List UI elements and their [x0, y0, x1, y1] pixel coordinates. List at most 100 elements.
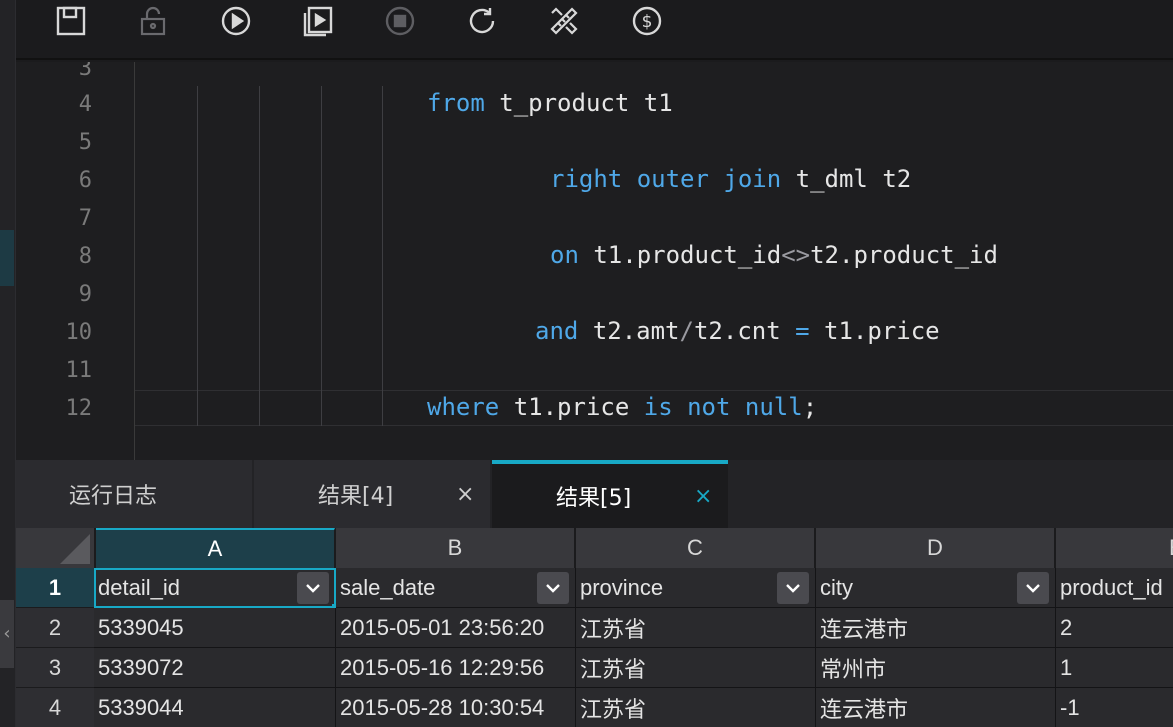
header-cell-detail-id[interactable]: detail_id — [94, 568, 336, 608]
indent-guide — [197, 86, 198, 426]
line-number: 3 — [78, 62, 92, 81]
run-file-icon[interactable] — [301, 4, 335, 38]
cell-text: detail_id — [98, 574, 180, 600]
line-number: 10 — [65, 320, 93, 345]
result-tab-bar: 运行日志 结果[4] × 结果[5] × — [16, 460, 1173, 528]
table-cell[interactable]: 连云港市 — [816, 608, 1056, 648]
cost-icon[interactable]: $ — [630, 4, 664, 38]
code-text: t_dml t2 — [781, 165, 912, 193]
sidebar-active-marker — [0, 230, 14, 286]
sql-editor[interactable]: 3 4 5 6 7 8 9 10 11 12 from t_product t1… — [16, 62, 1173, 460]
filter-dropdown-icon[interactable] — [537, 572, 569, 604]
format-icon[interactable] — [547, 4, 581, 38]
save-icon[interactable] — [54, 4, 88, 38]
tab-label: 运行日志 — [69, 484, 158, 509]
row-header[interactable]: 1 — [16, 568, 94, 608]
table-cell[interactable]: 5339044 — [94, 688, 336, 727]
line-number: 12 — [65, 396, 93, 421]
keyword: and — [535, 317, 579, 345]
operator: / — [679, 317, 694, 345]
header-cell-product-id[interactable]: product_id — [1056, 568, 1173, 608]
indent-guide — [259, 86, 260, 426]
code-text: t2.product_id — [810, 241, 998, 269]
tab-label: 结果[4] — [318, 484, 394, 509]
table-cell[interactable]: 江苏省 — [576, 688, 816, 727]
refresh-icon[interactable] — [465, 4, 499, 38]
corner-triangle — [60, 534, 90, 564]
row-header[interactable]: 3 — [16, 648, 94, 688]
code-line-6: right outer join t_dml t2 — [550, 165, 911, 193]
stop-icon[interactable] — [383, 4, 417, 38]
cell-text: city — [820, 574, 853, 600]
header-cell-province[interactable]: province — [576, 568, 816, 608]
code-text: t1.product_id — [578, 241, 782, 269]
column-header[interactable]: E — [1056, 528, 1173, 568]
table-cell[interactable]: 5339072 — [94, 648, 336, 688]
table-cell[interactable]: 2015-05-28 10:30:54 — [336, 688, 576, 727]
line-number: 7 — [78, 206, 92, 231]
code-area[interactable]: from t_product t1 right outer join t_dml… — [134, 62, 1173, 460]
run-icon[interactable] — [219, 4, 253, 38]
code-text: t1.price — [499, 393, 644, 421]
line-number: 5 — [78, 130, 92, 155]
code-text: t2.cnt — [693, 317, 796, 345]
table-cell[interactable]: 2 — [1056, 608, 1173, 648]
line-number: 8 — [78, 244, 92, 269]
cell-text: product_id — [1060, 574, 1163, 600]
svg-text:$: $ — [642, 12, 653, 32]
code-line-8: on t1.product_id<>t2.product_id — [550, 241, 998, 269]
code-line-10: and t2.amt/t2.cnt = t1.price — [535, 317, 940, 345]
row-header[interactable]: 2 — [16, 608, 94, 648]
header-cell-sale-date[interactable]: sale_date — [336, 568, 576, 608]
indent-guide — [382, 86, 383, 426]
code-text: t2.amt — [578, 317, 680, 345]
code-text: t1.price — [809, 317, 940, 345]
table-cell[interactable]: 2015-05-01 23:56:20 — [336, 608, 576, 648]
code-text: ; — [802, 393, 818, 421]
filter-dropdown-icon[interactable] — [297, 572, 329, 604]
keyword: from — [427, 89, 485, 117]
left-sidebar-strip: ‹ — [0, 0, 16, 727]
column-header[interactable]: A — [96, 528, 335, 568]
filter-dropdown-icon[interactable] — [1017, 572, 1049, 604]
lock-icon[interactable] — [136, 4, 170, 38]
select-all-corner[interactable] — [16, 528, 94, 568]
table-cell[interactable]: 1 — [1056, 648, 1173, 688]
table-cell[interactable]: 5339045 — [94, 608, 336, 648]
tab-run-log[interactable]: 运行日志 — [16, 460, 252, 528]
keyword: right outer join — [550, 165, 782, 193]
table-cell[interactable]: -1 — [1056, 688, 1173, 727]
tab-result-5[interactable]: 结果[5] × — [492, 460, 728, 528]
toolbar: $ — [16, 0, 1173, 60]
column-header[interactable]: C — [576, 528, 815, 568]
filter-dropdown-icon[interactable] — [777, 572, 809, 604]
indent-guide — [321, 86, 322, 426]
header-cell-city[interactable]: city — [816, 568, 1056, 608]
cell-text: sale_date — [340, 574, 436, 600]
close-icon[interactable]: × — [694, 484, 712, 509]
code-text: t_product t1 — [484, 89, 673, 117]
tab-result-4[interactable]: 结果[4] × — [254, 460, 490, 528]
close-icon[interactable]: × — [456, 482, 474, 507]
cell-text: province — [580, 574, 664, 600]
line-number: 11 — [65, 358, 93, 383]
table-cell[interactable]: 常州市 — [816, 648, 1056, 688]
table-cell[interactable]: 江苏省 — [576, 648, 816, 688]
table-cell[interactable]: 2015-05-16 12:29:56 — [336, 648, 576, 688]
table-cell[interactable]: 连云港市 — [816, 688, 1056, 727]
column-header[interactable]: D — [816, 528, 1055, 568]
keyword: where — [427, 393, 500, 421]
keyword: on — [550, 241, 579, 269]
line-number: 4 — [78, 92, 92, 117]
code-line-4: from t_product t1 — [427, 89, 673, 117]
keyword: is not null — [643, 393, 803, 421]
row-header[interactable]: 4 — [16, 688, 94, 727]
operator: <> — [781, 241, 811, 269]
line-number-gutter: 3 4 5 6 7 8 9 10 11 12 — [16, 62, 134, 460]
result-grid[interactable]: A B C D E 1 2 3 4 detail_id sale_date pr… — [16, 528, 1173, 727]
line-number: 6 — [78, 168, 92, 193]
tab-label: 结果[5] — [556, 486, 632, 511]
table-cell[interactable]: 江苏省 — [576, 608, 816, 648]
column-header[interactable]: B — [336, 528, 575, 568]
collapse-panel-button[interactable]: ‹ — [0, 600, 14, 668]
